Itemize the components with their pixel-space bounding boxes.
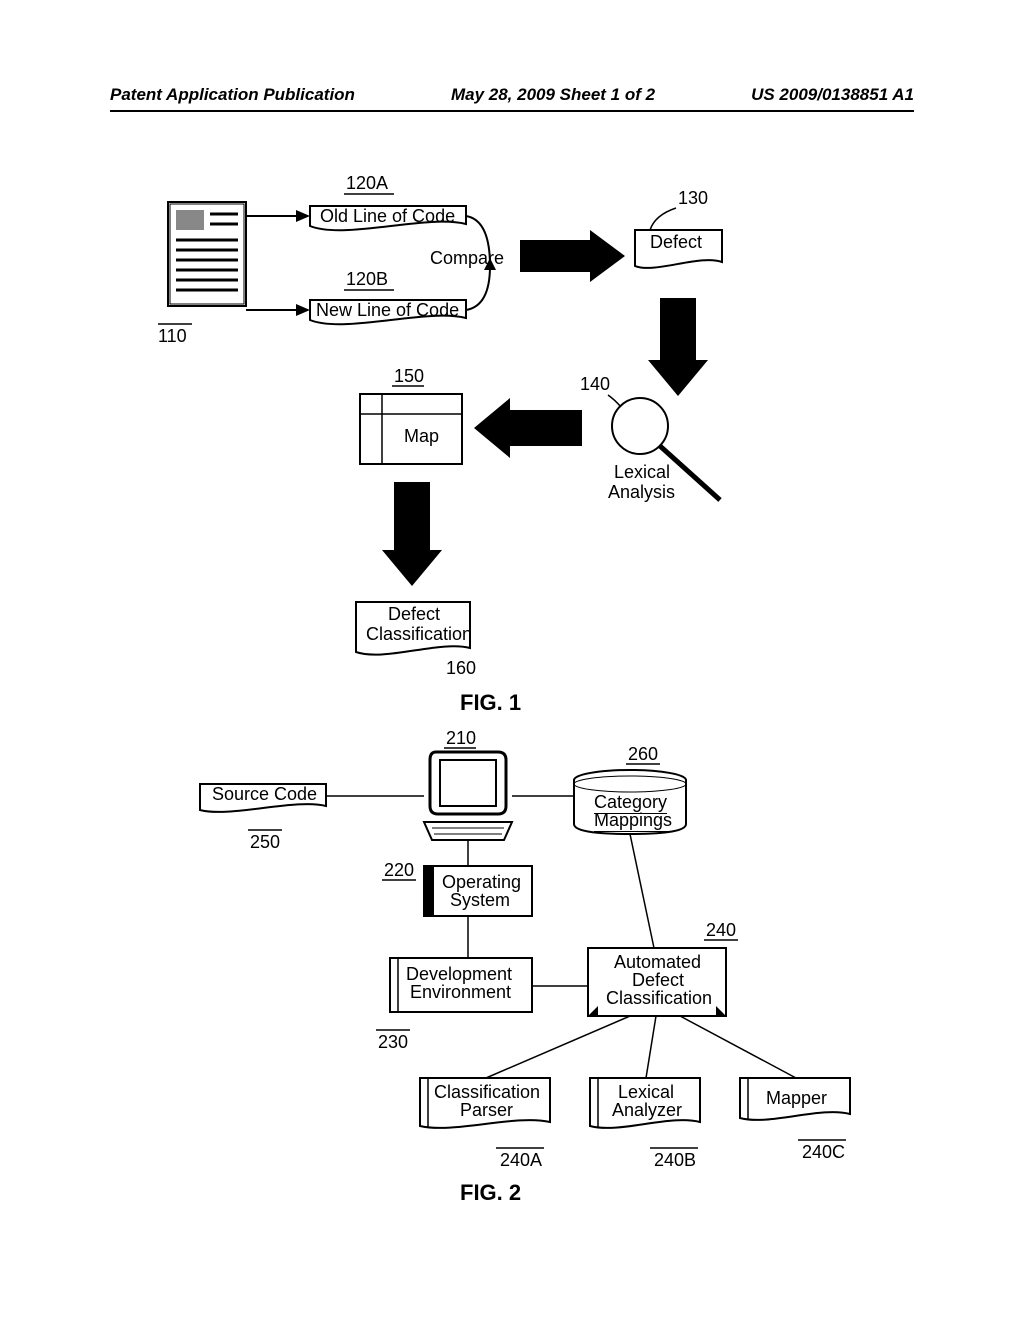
classification-label-1: Defect [388,604,440,625]
figure-1-svg [0,170,1024,690]
lexical-label-1: Lexical [614,462,670,483]
ref-240c: 240C [802,1142,845,1163]
ref-120a: 120A [346,173,388,194]
mapper-label: Mapper [766,1088,827,1109]
ref-250: 250 [250,832,280,853]
old-line-label: Old Line of Code [320,206,455,227]
defect-label: Defect [650,232,702,253]
ref-110: 110 [158,326,187,347]
ref-120b: 120B [346,269,388,290]
fig1-title: FIG. 1 [460,690,521,716]
new-line-label: New Line of Code [316,300,459,321]
fig2-title: FIG. 2 [460,1180,521,1206]
header-rule [110,110,914,112]
ref-160: 160 [446,658,476,679]
compare-label: Compare [430,248,504,269]
ref-140: 140 [580,374,610,395]
category-mappings-2: Mappings [594,810,672,831]
lexical-label-2: Analysis [608,482,675,503]
ref-260: 260 [628,744,658,765]
ref-240a: 240A [500,1150,542,1171]
header-left: Patent Application Publication [110,85,355,105]
classification-label-2: Classification [366,624,472,645]
ref-240b: 240B [654,1150,696,1171]
ref-230: 230 [378,1032,408,1053]
ref-150: 150 [394,366,424,387]
header-right: US 2009/0138851 A1 [751,85,914,105]
source-code-label: Source Code [212,784,317,805]
page-header: Patent Application Publication May 28, 2… [0,85,1024,105]
dev-env-2: Environment [410,982,511,1003]
header-center: May 28, 2009 Sheet 1 of 2 [451,85,655,105]
adc-3: Classification [606,988,712,1009]
diagram-canvas: Old Line of Code 120A New Line of Code 1… [0,170,1024,1220]
parser-2: Parser [460,1100,513,1121]
ref-130: 130 [678,188,708,209]
os-label-2: System [450,890,510,911]
ref-220: 220 [384,860,414,881]
ref-210: 210 [446,728,476,749]
ref-240: 240 [706,920,736,941]
map-label: Map [404,426,439,447]
lex-an-2: Analyzer [612,1100,682,1121]
